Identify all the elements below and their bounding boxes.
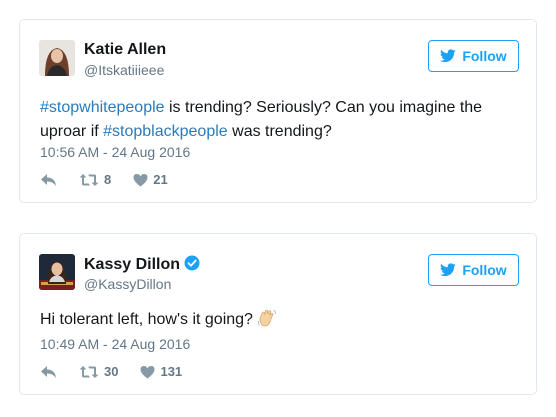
tweet-text-segment: Hi tolerant left, how's it going? xyxy=(40,311,253,328)
tweet-text: Hi tolerant left, how's it going? xyxy=(40,308,510,332)
retweet-button[interactable]: 30 xyxy=(79,364,118,379)
tweet-text-segment: was trending? xyxy=(227,123,332,140)
author-handle[interactable]: @Itskatiiieee xyxy=(84,62,164,78)
like-count: 21 xyxy=(153,172,168,187)
retweet-count: 30 xyxy=(104,364,119,379)
like-button[interactable]: 21 xyxy=(133,172,168,187)
tweet-actions: 8 21 xyxy=(40,172,190,187)
tweet-text: #stopwhitepeople is trending? Seriously?… xyxy=(40,96,510,144)
author-name-text: Kassy Dillon xyxy=(84,256,181,273)
follow-label: Follow xyxy=(462,262,507,278)
retweet-icon xyxy=(79,365,99,378)
author-handle[interactable]: @KassyDillon xyxy=(84,276,171,292)
hashtag-link[interactable]: #stopwhitepeople xyxy=(40,99,165,116)
follow-button[interactable]: Follow xyxy=(428,40,519,72)
retweet-count: 8 xyxy=(104,172,112,187)
author-name[interactable]: Katie Allen xyxy=(84,41,166,59)
waving-hand-emoji-icon xyxy=(257,309,276,327)
reply-button[interactable] xyxy=(40,365,57,379)
tweet-card: Kassy Dillon @KassyDillon Follow Hi tole… xyxy=(19,233,537,395)
follow-button[interactable]: Follow xyxy=(428,254,519,286)
bird-icon xyxy=(440,49,457,63)
timestamp[interactable]: 10:49 AM - 24 Aug 2016 xyxy=(40,336,190,352)
retweet-icon xyxy=(79,173,99,186)
avatar[interactable] xyxy=(39,40,75,76)
reply-button[interactable] xyxy=(40,173,57,187)
author-name[interactable]: Kassy Dillon xyxy=(84,255,200,274)
reply-icon xyxy=(41,173,56,186)
retweet-button[interactable]: 8 xyxy=(79,172,111,187)
avatar[interactable] xyxy=(39,254,75,290)
verified-badge-icon xyxy=(184,255,200,271)
like-button[interactable]: 131 xyxy=(140,364,182,379)
timestamp[interactable]: 10:56 AM - 24 Aug 2016 xyxy=(40,144,190,160)
like-count: 131 xyxy=(160,364,183,379)
reply-icon xyxy=(41,365,56,378)
tweet-card: Katie Allen @Itskatiiieee Follow #stopwh… xyxy=(19,19,537,203)
bird-icon xyxy=(440,263,457,277)
heart-icon xyxy=(140,365,155,378)
heart-icon xyxy=(133,173,148,186)
tweet-actions: 30 131 xyxy=(40,364,204,379)
hashtag-link[interactable]: #stopblackpeople xyxy=(103,123,228,140)
follow-label: Follow xyxy=(462,48,507,64)
